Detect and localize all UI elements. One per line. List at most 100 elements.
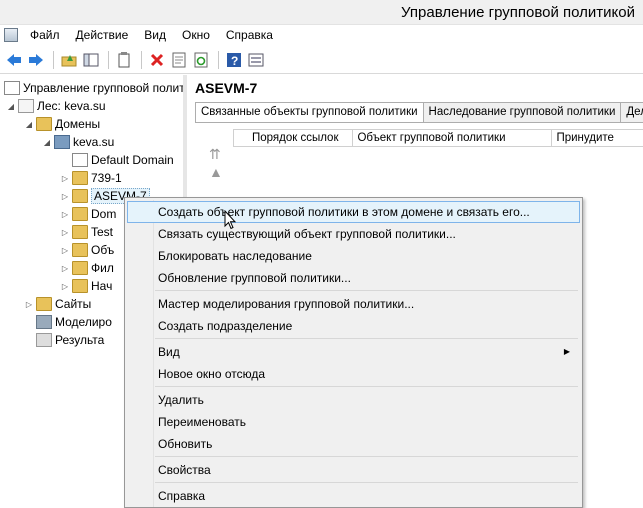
- tree-item-starter[interactable]: ▷ Нач: [60, 277, 112, 295]
- tree-results[interactable]: Результа: [34, 331, 104, 349]
- menu-file[interactable]: Файл: [22, 25, 68, 45]
- tree-item-default-policy[interactable]: Default Domain: [60, 151, 174, 169]
- expand-icon[interactable]: ▷: [60, 192, 70, 201]
- menu-item-refresh[interactable]: Обновить: [127, 433, 580, 455]
- menu-item-view[interactable]: Вид ▶: [127, 341, 580, 363]
- tree-item-label: Нач: [91, 279, 113, 293]
- tree-item-dom[interactable]: ▷ Dom: [60, 205, 116, 223]
- menu-item-create-and-link-gpo[interactable]: Создать объект групповой политики в этом…: [127, 201, 580, 223]
- menu-item-view-label: Вид: [158, 345, 180, 359]
- menu-item-link-existing-gpo[interactable]: Связать существующий объект групповой по…: [127, 223, 580, 245]
- folder-icon: [36, 297, 52, 311]
- tree-domains-label: Домены: [55, 117, 101, 131]
- app-icon[interactable]: [4, 28, 18, 42]
- menu-window[interactable]: Окно: [174, 25, 218, 45]
- move-up-icon[interactable]: ▲: [209, 163, 223, 181]
- menu-item-modeling-wizard[interactable]: Мастер моделирования групповой политики.…: [127, 293, 580, 315]
- tree-item-objects[interactable]: ▷ Объ: [60, 241, 114, 259]
- menu-view[interactable]: Вид: [136, 25, 174, 45]
- collapse-icon[interactable]: ◢: [6, 102, 16, 111]
- submenu-arrow-icon: ▶: [563, 347, 570, 356]
- expand-icon[interactable]: ▷: [24, 300, 34, 309]
- details-title: ASEVM-7: [195, 80, 258, 96]
- show-hide-tree-icon[interactable]: [81, 50, 101, 70]
- collapse-icon[interactable]: ◢: [24, 120, 34, 129]
- tab-delegation[interactable]: Делег: [620, 102, 643, 122]
- tree-item-label: Фил: [91, 261, 114, 275]
- tree-item-739[interactable]: ▷ 739-1: [60, 169, 122, 187]
- ou-icon: [72, 171, 88, 185]
- menu-separator: [155, 386, 578, 387]
- menu-item-new-ou[interactable]: Создать подразделение: [127, 315, 580, 337]
- column-link-order[interactable]: Порядок ссылок: [234, 130, 354, 146]
- expand-icon[interactable]: ▷: [60, 246, 70, 255]
- links-grid-header: Порядок ссылок Объект групповой политики…: [233, 129, 643, 147]
- ou-icon: [72, 189, 88, 203]
- gpo-link-icon: [72, 153, 88, 167]
- toolbar-separator: [53, 50, 54, 69]
- menu-item-new-window[interactable]: Новое окно отсюда: [127, 363, 580, 385]
- menu-bar: Файл Действие Вид Окно Справка: [0, 25, 643, 45]
- tree-item-test[interactable]: ▷ Test: [60, 223, 113, 241]
- column-gpo[interactable]: Объект групповой политики: [353, 130, 553, 146]
- forward-icon[interactable]: [26, 50, 46, 70]
- gpm-icon: [4, 81, 20, 95]
- collapse-icon[interactable]: ◢: [42, 138, 52, 147]
- menu-help[interactable]: Справка: [218, 25, 281, 45]
- menu-action[interactable]: Действие: [68, 25, 137, 45]
- folder-icon: [72, 261, 88, 275]
- help-icon[interactable]: ?: [224, 50, 244, 70]
- expand-icon[interactable]: ▷: [60, 228, 70, 237]
- menu-item-help[interactable]: Справка: [127, 485, 580, 507]
- modeling-icon: [36, 315, 52, 329]
- tree-item-label: Default Domain: [91, 153, 174, 167]
- column-enforced[interactable]: Принудите: [552, 130, 643, 146]
- toolbar-separator: [141, 50, 142, 69]
- context-menu: Создать объект групповой политики в этом…: [124, 197, 583, 508]
- tab-linked-gpos[interactable]: Связанные объекты групповой политики: [195, 102, 424, 123]
- tree-domain-label: keva.su: [73, 135, 115, 149]
- tree-modeling[interactable]: Моделиро: [34, 313, 112, 331]
- expand-icon[interactable]: ▷: [60, 210, 70, 219]
- expand-icon[interactable]: ▷: [60, 174, 70, 183]
- menu-separator: [155, 482, 578, 483]
- reorder-controls: ⇈ ▲: [209, 145, 223, 181]
- tab-inheritance[interactable]: Наследование групповой политики: [422, 102, 622, 122]
- tree-domains[interactable]: ◢ Домены: [24, 115, 100, 133]
- tree-domain[interactable]: ◢ keva.su: [42, 133, 114, 151]
- menu-item-delete[interactable]: Удалить: [127, 389, 580, 411]
- details-tabs: Связанные объекты групповой политики Нас…: [195, 102, 643, 123]
- tree-forest-label: Лес: keva.su: [37, 99, 106, 113]
- menu-item-group-policy-update[interactable]: Обновление групповой политики...: [127, 267, 580, 289]
- properties-icon[interactable]: [169, 50, 189, 70]
- tree-root-label: Управление групповой полити: [23, 81, 187, 95]
- delete-icon[interactable]: [147, 50, 167, 70]
- tree-item-label: Test: [91, 225, 114, 239]
- move-top-icon[interactable]: ⇈: [209, 145, 223, 163]
- tree-item-filters[interactable]: ▷ Фил: [60, 259, 114, 277]
- menu-item-rename[interactable]: Переименовать: [127, 411, 580, 433]
- expand-icon[interactable]: ▷: [60, 282, 70, 291]
- svg-text:?: ?: [231, 54, 238, 68]
- tree-forest[interactable]: ◢ Лес: keva.su: [6, 97, 106, 115]
- tree-item-label: 739-1: [91, 171, 122, 185]
- menu-item-properties[interactable]: Свойства: [127, 459, 580, 481]
- up-folder-icon[interactable]: [59, 50, 79, 70]
- console-icon[interactable]: [246, 50, 266, 70]
- refresh-icon[interactable]: [191, 50, 211, 70]
- expand-icon[interactable]: ▷: [60, 264, 70, 273]
- window-titlebar: Управление групповой политикой: [0, 0, 643, 25]
- tree-modeling-label: Моделиро: [55, 315, 112, 329]
- tree-root[interactable]: Управление групповой полити: [2, 79, 187, 97]
- ou-icon: [72, 207, 88, 221]
- tree-item-label: Объ: [91, 243, 115, 257]
- clipboard-icon[interactable]: [114, 50, 134, 70]
- tree-sites[interactable]: ▷ Сайты: [24, 295, 91, 313]
- menu-separator: [155, 290, 578, 291]
- menu-separator: [155, 456, 578, 457]
- toolbar-separator: [218, 50, 219, 69]
- menu-item-block-inheritance[interactable]: Блокировать наследование: [127, 245, 580, 267]
- back-icon[interactable]: [4, 50, 24, 70]
- tree-results-label: Результа: [55, 333, 105, 347]
- tree-item-label: Dom: [91, 207, 117, 221]
